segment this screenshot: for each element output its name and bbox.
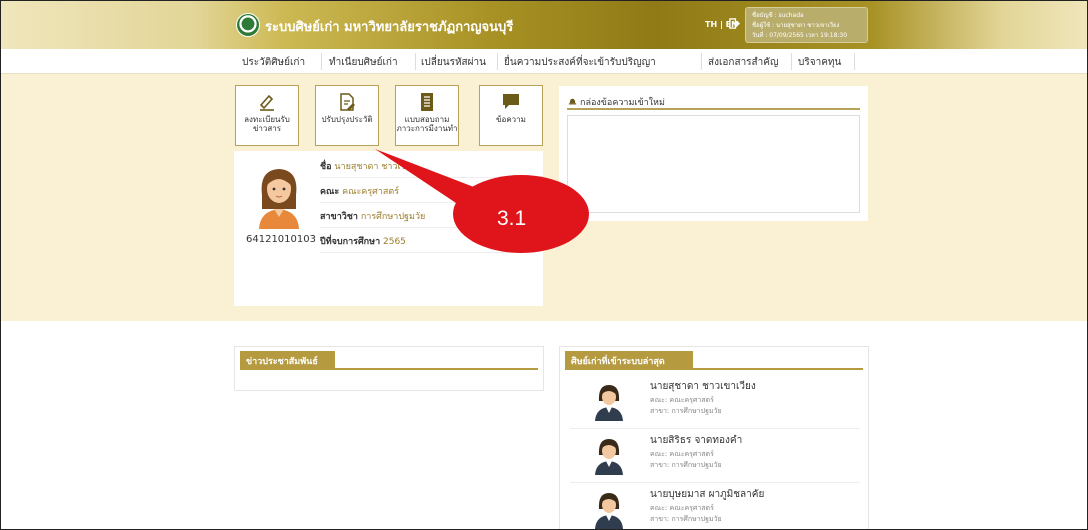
menu-divider (701, 53, 702, 70)
alumni-faculty: คณะ: คณะครุศาสตร์ (650, 504, 714, 512)
alumni-name: นายสุชาดา ชาวเขาเวียง (650, 381, 756, 392)
recent-divider (565, 368, 863, 370)
profile-graduation-row: ปีที่จบการศึกษา 2565 (320, 228, 535, 253)
news-divider (240, 368, 538, 370)
alumni-name: นายบุษยมาส ผาภูมิชลาคัย (650, 489, 765, 500)
person-avatar-icon (595, 439, 623, 475)
menu-alumni-profile[interactable]: ประวัติศิษย์เก่า (242, 55, 305, 70)
student-id: 64121010103 (246, 234, 316, 245)
tile-messages[interactable]: ข้อความ (479, 85, 543, 146)
menu-send-documents[interactable]: ส่งเอกสารสำคัญ (708, 55, 778, 70)
recent-alumni-item[interactable]: นายบุษยมาส ผาภูมิชลาคัย คณะ: คณะครุศาสตร… (570, 485, 860, 529)
faculty-label: คณะ (320, 187, 340, 197)
person-avatar-icon (595, 493, 623, 529)
student-avatar (259, 169, 299, 229)
bell-icon (568, 98, 577, 105)
tile-label: ข้อความ (496, 115, 526, 124)
inbox-title: กล่องข้อความเข้าใหม่ (568, 95, 665, 109)
menu-divider (321, 53, 322, 70)
tile-label: ปรับปรุงประวัติ (321, 115, 373, 124)
user-account: ชื่อบัญชี : suchada (752, 12, 804, 19)
profile-faculty: คณะครุศาสตร์ (342, 187, 400, 197)
app-frame: ระบบศิษย์เก่า มหาวิทยาลัยราชภัฏกาญจนบุรี… (0, 0, 1088, 530)
alumni-major: สาขา: การศึกษาปฐมวัย (650, 407, 722, 415)
profile-graduation-year: 2565 (383, 237, 406, 247)
alumni-faculty: คณะ: คณะครุศาสตร์ (650, 450, 714, 458)
tile-label: ลงทะเบียนรับข่าวสาร (244, 115, 290, 133)
profile-major: การศึกษาปฐมวัย (360, 212, 426, 222)
news-panel: ข่าวประชาสัมพันธ์ (234, 346, 544, 391)
message-icon (503, 94, 519, 109)
inbox-title-text: กล่องข้อความเข้าใหม่ (580, 98, 665, 108)
profile-name-row: ชื่อ นายสุชาดา ชาวเข (320, 153, 535, 178)
menu-divider (791, 53, 792, 70)
tile-register-news[interactable]: ลงทะเบียนรับข่าวสาร (235, 85, 299, 146)
university-logo (236, 13, 260, 37)
tile-label: แบบสอบถามภาวะการมีงานทำ (396, 115, 458, 133)
tile-update-profile[interactable]: ปรับปรุงประวัติ (315, 85, 379, 146)
alumni-name: นายสิริธร จาดทองคำ (650, 435, 743, 446)
site-title[interactable]: ระบบศิษย์เก่า มหาวิทยาลัยราชภัฏกาญจนบุรี (265, 16, 513, 37)
recent-alumni-panel: ศิษย์เก่าที่เข้าระบบล่าสุด นายสุชาดา ชาว… (559, 346, 869, 529)
alumni-major: สาขา: การศึกษาปฐมวัย (650, 461, 722, 469)
survey-list-icon (421, 93, 433, 111)
recent-alumni-item[interactable]: นายสิริธร จาดทองคำ คณะ: คณะครุศาสตร์ สาข… (570, 431, 860, 483)
name-label: ชื่อ (320, 162, 332, 172)
inbox-messages-area[interactable] (567, 115, 860, 213)
document-edit-icon (340, 93, 355, 111)
main-menu: ประวัติศิษย์เก่า ทำเนียบศิษย์เก่า เปลี่ย… (1, 49, 1087, 74)
menu-graduation-request[interactable]: ยื่นความประสงค์ที่จะเข้ารับปริญญา (504, 55, 656, 70)
alumni-major: สาขา: การศึกษาปฐมวัย (650, 515, 722, 523)
menu-divider (497, 53, 498, 70)
menu-change-password[interactable]: เปลี่ยนรหัสผ่าน (421, 55, 486, 70)
tile-employment-survey[interactable]: แบบสอบถามภาวะการมีงานทำ (395, 85, 459, 146)
graduation-label: ปีที่จบการศึกษา (320, 237, 381, 247)
menu-donate[interactable]: บริจาคทุน (798, 55, 841, 70)
inbox-panel: กล่องข้อความเข้าใหม่ (559, 86, 868, 221)
menu-alumni-directory[interactable]: ทำเนียบศิษย์เก่า (329, 55, 398, 70)
menu-divider (854, 53, 855, 70)
profile-name: นายสุชาดา ชาวเข (334, 162, 407, 172)
alumni-faculty: คณะ: คณะครุศาสตร์ (650, 396, 714, 404)
inbox-divider (567, 108, 860, 110)
login-date: วันที่ : 07/09/2565 เวลา 19:18:30 (752, 32, 848, 39)
dashboard-band (1, 74, 1087, 321)
site-header: ระบบศิษย์เก่า มหาวิทยาลัยราชภัฏกาญจนบุรี… (1, 1, 1087, 49)
callout-label: 3.1 (497, 207, 527, 230)
menu-divider (415, 53, 416, 70)
logout-icon[interactable] (729, 18, 740, 29)
user-name: ชื่อผู้ใช้ : นายสุชาดา ชาวเขาเวียง (752, 22, 840, 29)
pen-register-icon (259, 94, 274, 111)
profile-faculty-row: คณะ คณะครุศาสตร์ (320, 178, 535, 203)
news-title: ข่าวประชาสัมพันธ์ (240, 351, 335, 369)
recent-alumni-item[interactable]: นายสุชาดา ชาวเขาเวียง คณะ: คณะครุศาสตร์ … (570, 377, 860, 429)
person-avatar-icon (595, 385, 623, 421)
user-info-box: ชื่อบัญชี : suchada ชื่อผู้ใช้ : นายสุชา… (745, 7, 868, 43)
major-label: สาขาวิชา (320, 212, 358, 222)
recent-title: ศิษย์เก่าที่เข้าระบบล่าสุด (565, 351, 693, 369)
